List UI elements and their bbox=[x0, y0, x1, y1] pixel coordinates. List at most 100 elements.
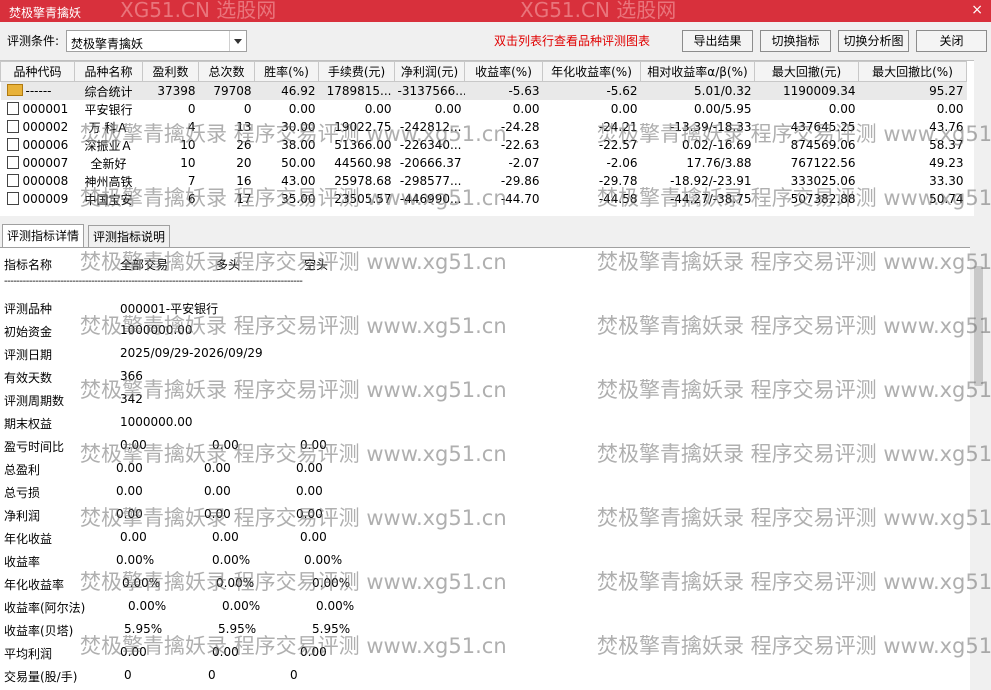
detail-value: 0.00 bbox=[204, 484, 231, 498]
detail-value: 0.00 bbox=[116, 484, 143, 498]
table-cell: 深振业Ａ bbox=[84, 138, 133, 153]
table-cell: -20666.37 bbox=[399, 156, 462, 170]
checkbox-icon[interactable] bbox=[6, 138, 19, 151]
switch-chart-button[interactable]: 切换分析图 bbox=[838, 30, 909, 52]
checkbox-icon[interactable] bbox=[6, 120, 19, 133]
column-header[interactable]: 最大回撤(元) bbox=[754, 61, 859, 82]
detail-value: 1000000.00 bbox=[120, 415, 193, 429]
table-cell: 437645.25 bbox=[790, 120, 856, 134]
table-cell: 中国宝安 bbox=[84, 192, 133, 207]
detail-value: 5.95% bbox=[218, 622, 257, 636]
detail-value: 0.00 bbox=[120, 645, 147, 659]
tab-indicator-description[interactable]: 评测指标说明 bbox=[88, 225, 171, 247]
condition-select[interactable]: 焚极擎青擒妖 bbox=[66, 30, 247, 52]
table-cell: 7 bbox=[187, 174, 196, 188]
detail-value: 0.00% bbox=[316, 599, 355, 613]
column-header[interactable]: 净利润(元) bbox=[394, 61, 465, 82]
close-button[interactable]: 关闭 bbox=[916, 30, 987, 52]
folder-icon bbox=[6, 84, 23, 96]
tab-bar: 评测指标详情 评测指标说明 bbox=[0, 224, 991, 247]
detail-label: 交易量(股/手) bbox=[4, 670, 78, 684]
table-cell: -5.63 bbox=[464, 81, 543, 100]
table-cell: 13 bbox=[236, 120, 252, 134]
detail-value: 0.00 bbox=[296, 507, 323, 521]
detail-header-long: 多头 bbox=[216, 258, 241, 272]
table-cell: 507382.88 bbox=[790, 192, 856, 206]
table-cell: 0.00 bbox=[434, 102, 462, 116]
detail-label: 有效天数 bbox=[4, 371, 53, 385]
watermark-top-text: XG51.CN 选股网 bbox=[520, 0, 677, 22]
table-cell: 50.00 bbox=[281, 156, 316, 170]
table-row[interactable]: ------ 综合统计 37398 79708 46.92 1789815... -3137… bbox=[0, 81, 967, 100]
results-table[interactable]: 品种代码 品种名称 盈利数 总次数 胜率(%) 手续费(元) 净利润(元) 收益率(%) 年化收… bbox=[0, 60, 974, 216]
column-header[interactable]: 收益率(%) bbox=[464, 61, 543, 82]
detail-value: 5.95% bbox=[124, 622, 163, 636]
cell-text: 000009 bbox=[22, 192, 69, 206]
column-header[interactable]: 年化收益率(%) bbox=[542, 61, 641, 82]
table-row[interactable]: 000007 全新好 10 20 50.00 44560.98 -20666.37 -2.07… bbox=[1, 154, 967, 172]
table-cell: 5.01/0.32 bbox=[640, 81, 755, 100]
table-cell: 19022.75 bbox=[334, 120, 392, 134]
detail-value: 0.00% bbox=[212, 553, 251, 567]
detail-value: 0.00% bbox=[216, 576, 255, 590]
table-cell: 神州高铁 bbox=[84, 174, 133, 189]
detail-value: 0.00 bbox=[300, 530, 327, 544]
table-row[interactable]: 000008 神州高铁 7 16 43.00 25978.68 -298577... -29.… bbox=[1, 172, 967, 190]
checkbox-icon[interactable] bbox=[6, 192, 19, 205]
detail-header-short: 空头 bbox=[304, 258, 329, 272]
detail-separator: ----------------------------------------… bbox=[4, 276, 303, 287]
table-cell: 000006 bbox=[1, 136, 75, 154]
checkbox-icon[interactable] bbox=[6, 102, 19, 115]
table-cell: 0.00 bbox=[610, 102, 638, 116]
window-close-icon[interactable]: × bbox=[971, 2, 983, 18]
column-header[interactable]: 总次数 bbox=[198, 61, 255, 82]
table-cell: 000008 bbox=[1, 172, 75, 190]
table-cell: 23505.57 bbox=[334, 192, 392, 206]
table-row[interactable]: 000009 中国宝安 6 17 35.00 23505.57 -446990... -44.… bbox=[1, 190, 967, 208]
cell-text: 000006 bbox=[22, 138, 69, 152]
table-row[interactable]: 000002 万 科Ａ 4 13 30.00 19022.75 -242812... -24.… bbox=[1, 118, 967, 136]
table-cell: 综合统计 bbox=[74, 81, 143, 100]
table-cell: 46.92 bbox=[254, 81, 319, 100]
table-cell: 4 bbox=[187, 120, 196, 134]
detail-value: 0.00 bbox=[116, 507, 143, 521]
table-cell: 000009 bbox=[1, 190, 75, 208]
chevron-down-icon[interactable] bbox=[229, 31, 246, 51]
table-cell: 49.23 bbox=[929, 156, 964, 170]
column-header[interactable]: 品种名称 bbox=[74, 61, 143, 82]
switch-indicator-button[interactable]: 切换指标 bbox=[760, 30, 831, 52]
column-header[interactable]: 胜率(%) bbox=[254, 61, 319, 82]
checkbox-icon[interactable] bbox=[6, 156, 19, 169]
table-scrollbar[interactable] bbox=[974, 60, 991, 215]
export-button[interactable]: 导出结果 bbox=[682, 30, 753, 52]
detail-value: 0.00 bbox=[116, 461, 143, 475]
table-cell: 0.00/5.95 bbox=[694, 102, 752, 116]
column-header[interactable]: 最大回撤比(%) bbox=[858, 61, 967, 82]
table-cell: -22.63 bbox=[500, 138, 540, 152]
table-cell: 6 bbox=[187, 192, 196, 206]
checkbox-icon[interactable] bbox=[6, 174, 19, 187]
table-cell: -44.58 bbox=[598, 192, 638, 206]
detail-label: 平均利润 bbox=[4, 647, 53, 661]
column-header[interactable]: 品种代码 bbox=[0, 61, 75, 82]
table-row[interactable]: 000006 深振业Ａ 10 26 38.00 51366.00 -226340... -22… bbox=[1, 136, 967, 154]
condition-value: 焚极擎青擒妖 bbox=[71, 37, 144, 51]
table-cell: 0.00 bbox=[364, 102, 392, 116]
table-cell: 全新好 bbox=[90, 156, 127, 171]
table-cell: 0.02/-16.69 bbox=[682, 138, 752, 152]
column-header[interactable]: 盈利数 bbox=[142, 61, 199, 82]
table-cell: -5.62 bbox=[542, 81, 641, 100]
table-cell: -29.78 bbox=[598, 174, 638, 188]
scrollbar-thumb[interactable] bbox=[974, 266, 983, 386]
detail-label: 期末权益 bbox=[4, 417, 53, 431]
table-cell: -44.70 bbox=[500, 192, 540, 206]
table-cell: -2.06 bbox=[606, 156, 638, 170]
column-header[interactable]: 相对收益率α/β(%) bbox=[640, 61, 755, 82]
detail-scrollbar[interactable] bbox=[971, 262, 987, 689]
table-row[interactable]: 000001 平安银行 0 0 0.00 0.00 0.00 0.00 0.00 0.00/5.9… bbox=[1, 100, 967, 118]
table-cell: 51366.00 bbox=[334, 138, 392, 152]
table-cell: -18.92/-23.91 bbox=[670, 174, 752, 188]
column-header[interactable]: 手续费(元) bbox=[318, 61, 395, 82]
tab-indicator-details[interactable]: 评测指标详情 bbox=[2, 224, 85, 247]
detail-value: 0.00 bbox=[300, 645, 327, 659]
